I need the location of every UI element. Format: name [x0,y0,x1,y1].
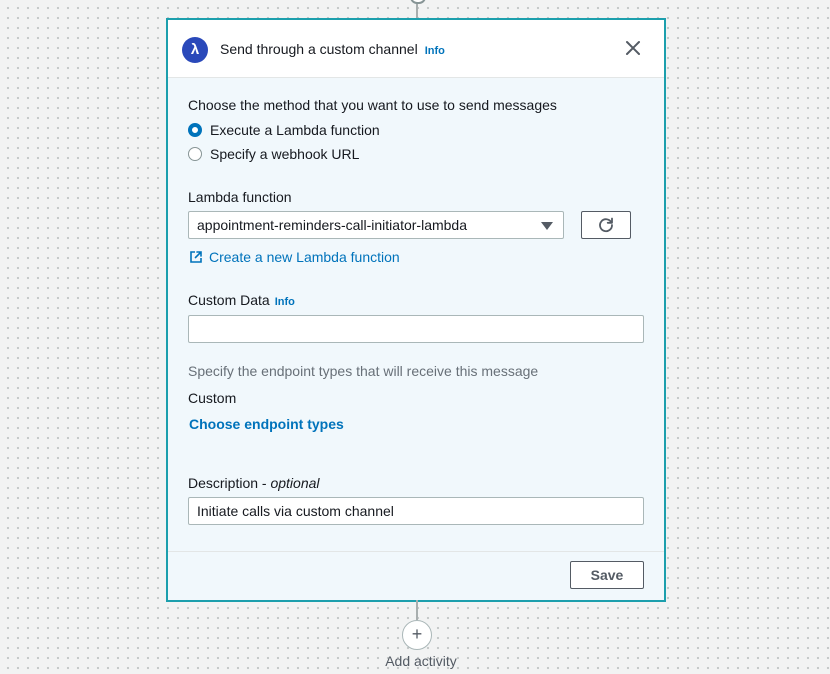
custom-channel-panel: λ Send through a custom channel Info Choo… [166,18,666,602]
description-label-text: Description - [188,475,271,491]
lambda-function-select[interactable]: appointment-reminders-call-initiator-lam… [188,211,564,239]
create-lambda-link-text[interactable]: Create a new Lambda function [209,249,400,265]
panel-header: λ Send through a custom channel Info [168,20,664,78]
lambda-function-value: appointment-reminders-call-initiator-lam… [197,217,467,233]
external-link-icon [190,251,202,263]
close-icon[interactable] [624,39,642,57]
flow-node-connector-icon [410,0,426,4]
title-info-link[interactable]: Info [425,45,445,57]
panel-title-text: Send through a custom channel [220,41,418,57]
description-input[interactable]: Initiate calls via custom channel [188,497,644,525]
save-button[interactable]: Save [570,561,644,589]
panel-footer: Save [168,551,664,600]
radio-option-webhook[interactable]: Specify a webhook URL [188,146,359,162]
endpoint-type-value: Custom [188,390,237,406]
add-activity-button[interactable]: + [402,620,432,650]
radio-option-lambda[interactable]: Execute a Lambda function [188,122,380,138]
refresh-icon [599,217,613,233]
add-activity-label[interactable]: Add activity [0,653,830,669]
description-optional-text: optional [270,475,320,491]
description-label: Description - optional [188,475,320,491]
radio-label-lambda: Execute a Lambda function [210,122,380,138]
panel-title: Send through a custom channel Info [220,41,445,57]
refresh-button[interactable] [581,211,631,239]
radio-unchecked-icon[interactable] [188,147,202,161]
radio-label-webhook: Specify a webhook URL [210,146,360,162]
panel-body: Choose the method that you want to use t… [168,78,664,552]
lambda-function-label: Lambda function [188,189,292,205]
endpoint-types-hint: Specify the endpoint types that will rec… [188,363,539,379]
flow-connector-bottom [416,600,418,620]
radio-checked-icon[interactable] [188,123,202,137]
choose-endpoint-types-link[interactable]: Choose endpoint types [189,416,344,432]
method-prompt: Choose the method that you want to use t… [188,97,557,113]
caret-down-icon [541,222,553,230]
custom-data-input[interactable] [188,315,644,343]
custom-data-label-row: Custom Data Info [188,292,295,308]
lambda-icon: λ [182,37,208,63]
custom-data-info-link[interactable]: Info [275,296,295,308]
create-lambda-link[interactable]: Create a new Lambda function [189,249,400,265]
custom-data-label: Custom Data [188,292,270,308]
